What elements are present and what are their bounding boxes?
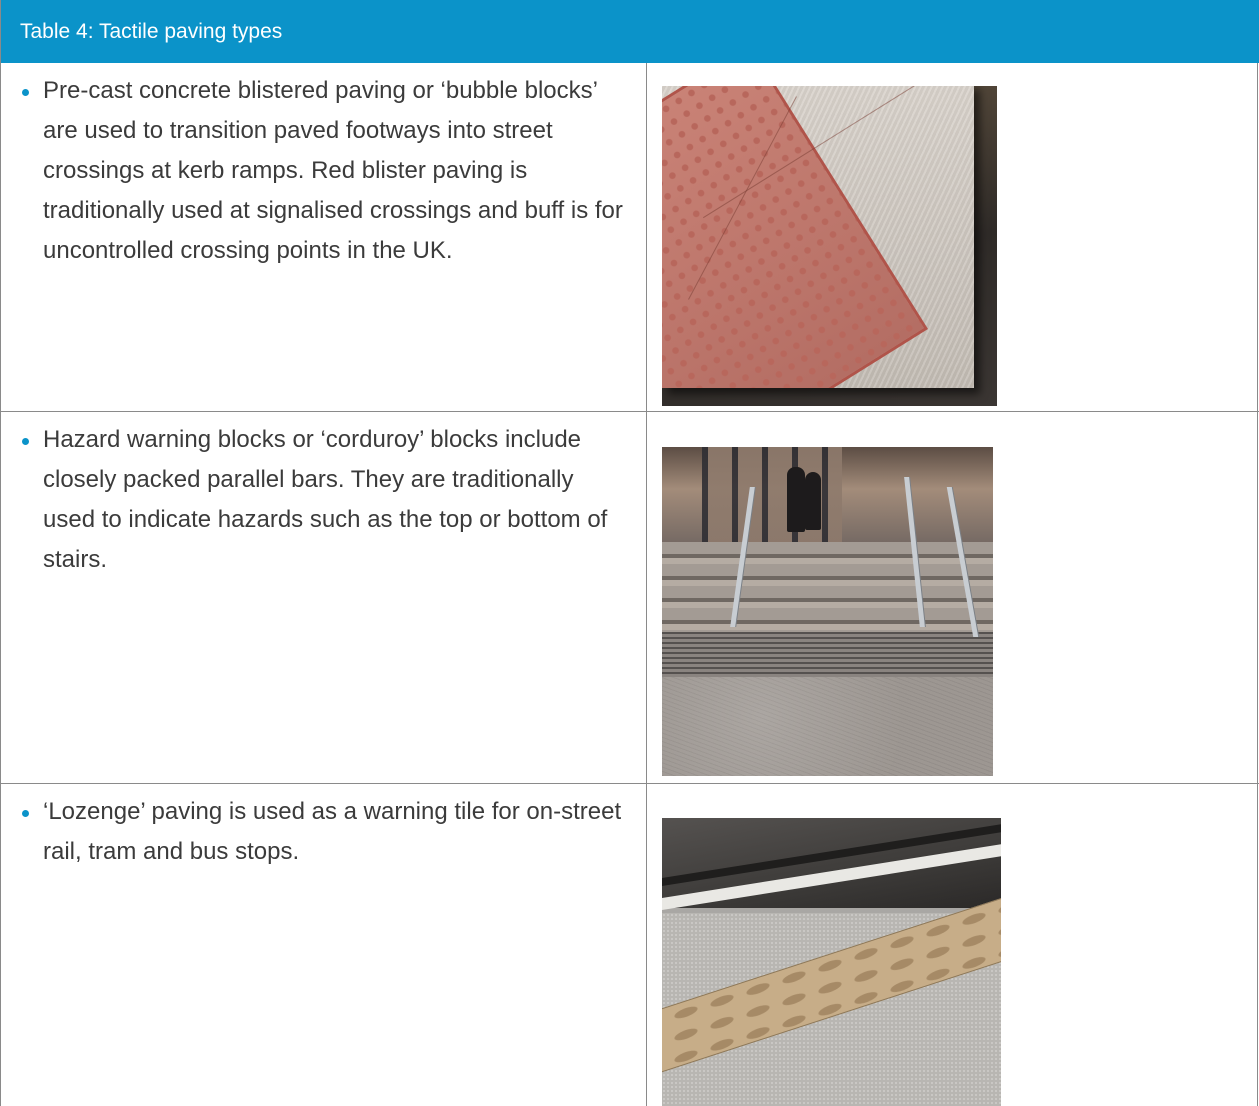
row-text: Hazard warning blocks or ‘corduroy’ bloc…	[43, 426, 608, 573]
bullet-icon	[22, 89, 29, 96]
tactile-paving-table: Table 4: Tactile paving types Pre-cast c…	[0, 0, 1259, 1106]
description-cell: Hazard warning blocks or ‘corduroy’ bloc…	[1, 412, 647, 783]
row-text: Pre-cast concrete blistered paving or ‘b…	[43, 77, 623, 264]
table-row: Hazard warning blocks or ‘corduroy’ bloc…	[1, 412, 1259, 784]
row-text: ‘Lozenge’ paving is used as a warning ti…	[43, 798, 622, 865]
red-blister-paving-photo	[662, 86, 997, 406]
table-row: ‘Lozenge’ paving is used as a warning ti…	[1, 784, 1259, 1106]
bullet-icon	[22, 810, 29, 817]
description-cell: ‘Lozenge’ paving is used as a warning ti…	[1, 784, 647, 1106]
table-title: Table 4: Tactile paving types	[1, 0, 1259, 63]
table-row: Pre-cast concrete blistered paving or ‘b…	[1, 63, 1259, 412]
lozenge-paving-photo	[662, 818, 1001, 1106]
bullet-icon	[22, 438, 29, 445]
description-cell: Pre-cast concrete blistered paving or ‘b…	[1, 63, 647, 411]
corduroy-steps-photo	[662, 447, 993, 776]
